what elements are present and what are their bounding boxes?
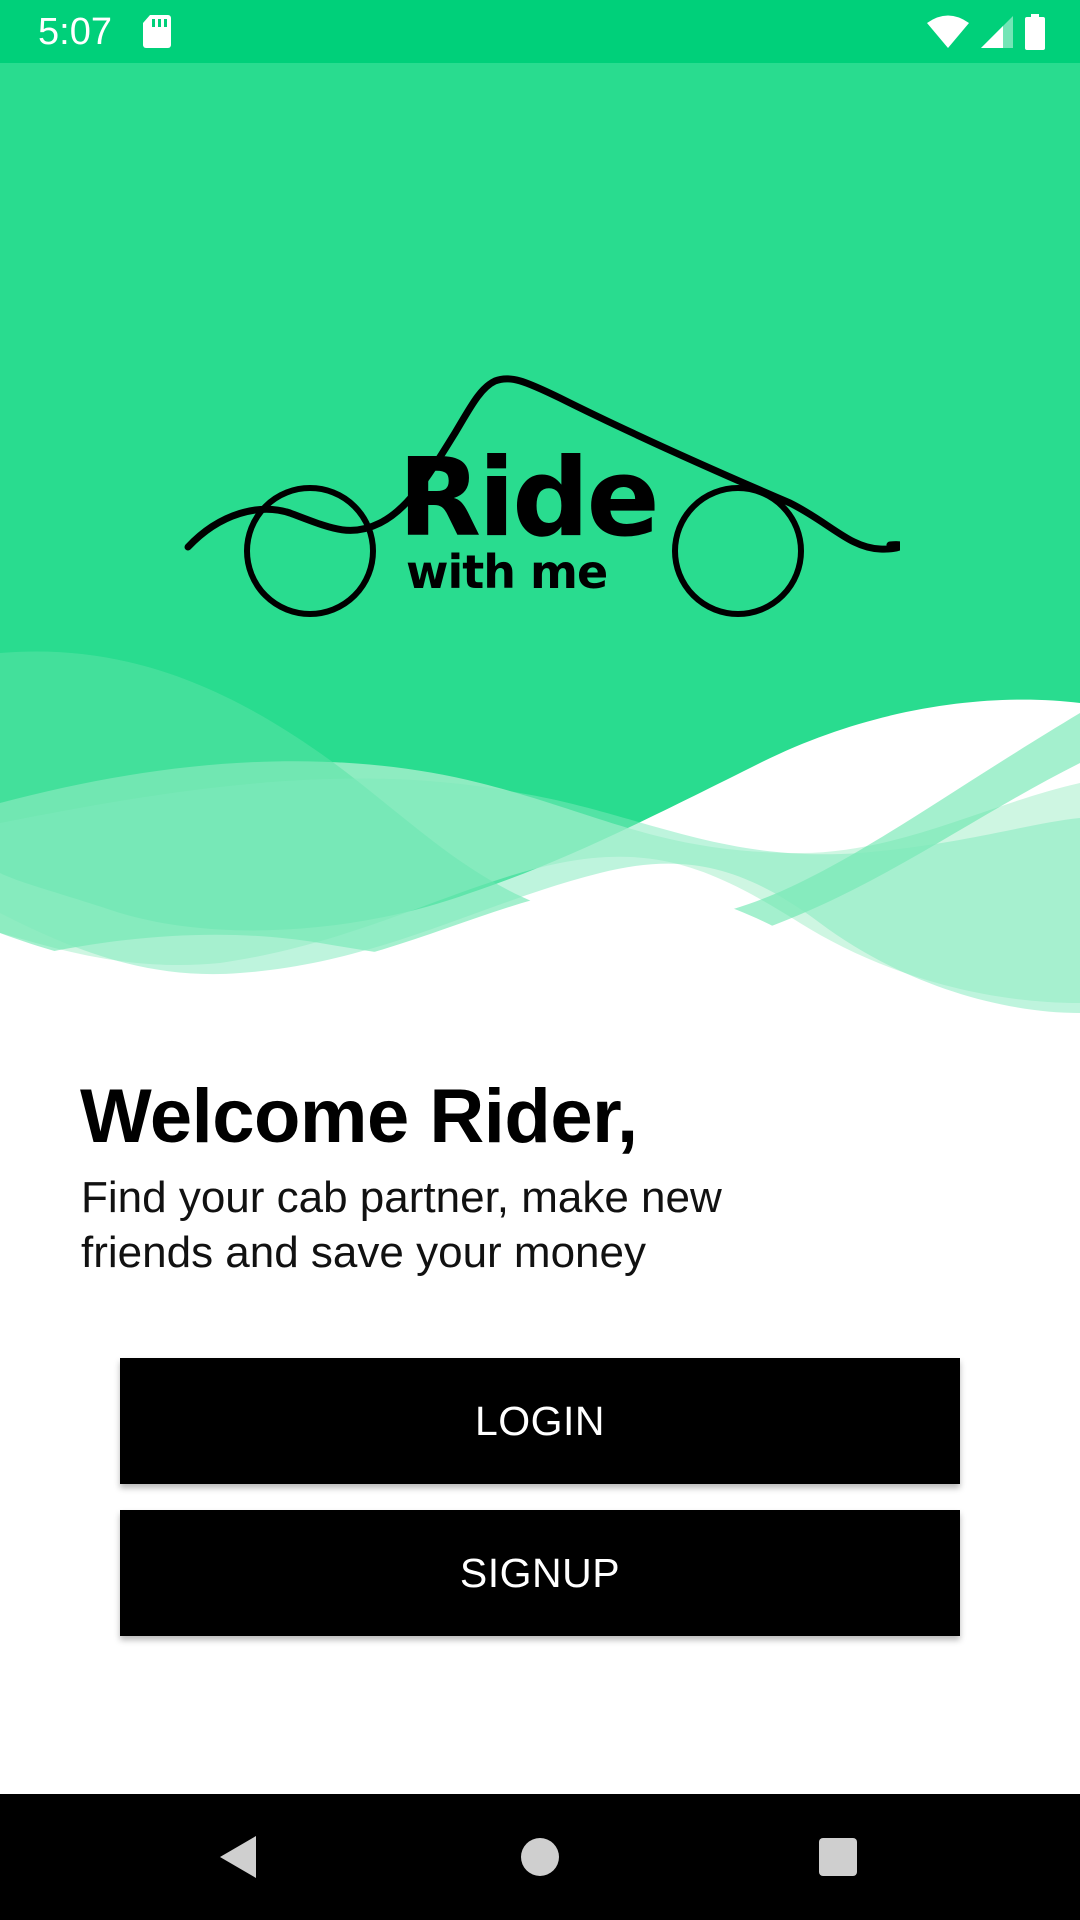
wifi-icon <box>927 15 969 48</box>
welcome-subtitle-line-2: friends and save your money <box>81 1228 646 1277</box>
welcome-subtitle: Find your cab partner, make new friends … <box>81 1170 821 1280</box>
login-button[interactable]: LOGIN <box>120 1358 960 1484</box>
hero-banner: Ride with me <box>0 63 1080 1023</box>
logo-tagline: with me <box>406 545 608 599</box>
welcome-screen: 5:07 Ride with me Welcome Rider, Find yo… <box>0 0 1080 1920</box>
back-icon[interactable] <box>218 1834 258 1880</box>
cell-signal-icon <box>981 16 1013 48</box>
sd-card-icon <box>143 15 171 48</box>
logo-brand-name: Ride <box>398 436 660 561</box>
battery-icon <box>1025 14 1045 50</box>
status-bar: 5:07 <box>0 0 1080 63</box>
status-time: 5:07 <box>38 11 112 53</box>
status-icons <box>926 14 1046 50</box>
welcome-title: Welcome Rider, <box>80 1074 638 1159</box>
navigation-bar <box>0 1794 1080 1920</box>
welcome-subtitle-line-1: Find your cab partner, make new <box>81 1173 722 1222</box>
home-icon[interactable] <box>521 1838 559 1876</box>
signup-button[interactable]: SIGNUP <box>120 1510 960 1636</box>
recents-icon[interactable] <box>819 1838 857 1876</box>
